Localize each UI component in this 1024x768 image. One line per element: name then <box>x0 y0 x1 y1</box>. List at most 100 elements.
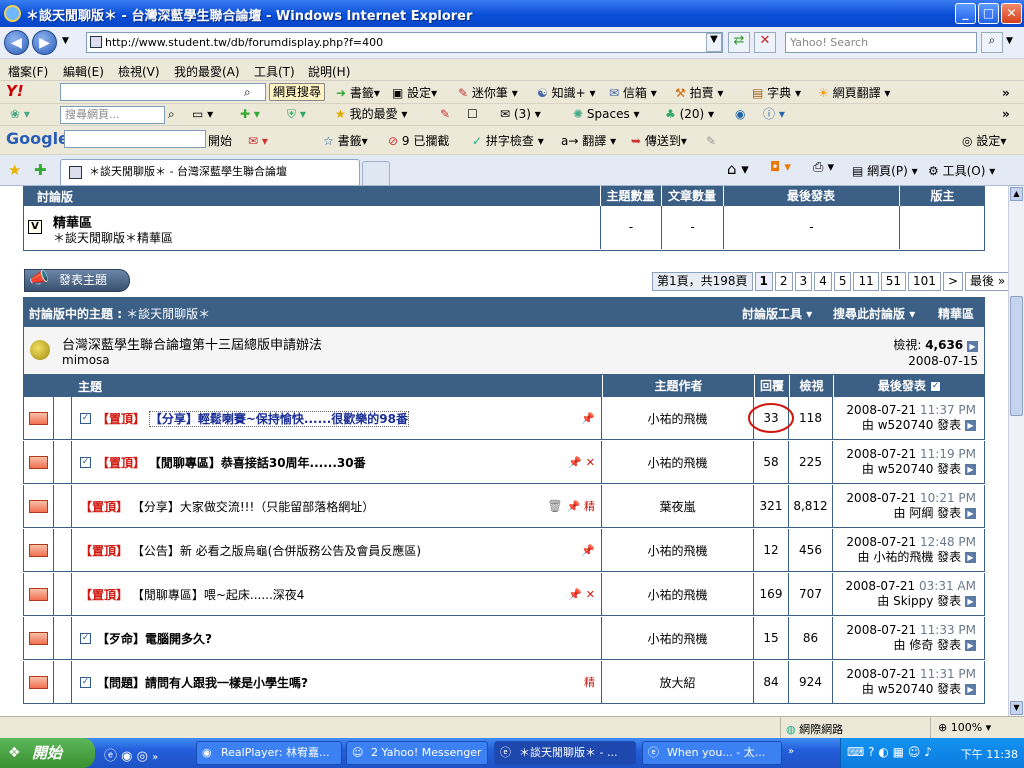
highlighter-icon[interactable]: ✎ <box>706 132 716 150</box>
toolbar-overflow-icon[interactable]: » <box>1002 84 1010 102</box>
thread-author[interactable]: 小祐的飛機 <box>602 573 754 615</box>
spaces-button[interactable]: ✺ Spaces ▾ <box>573 105 640 123</box>
page-menu-button[interactable]: ▤ 網頁(P) ▾ <box>852 162 918 179</box>
last-poster[interactable]: 由 阿綱 發表 <box>894 506 962 520</box>
yahoo-settings-button[interactable]: ▣ 設定▾ <box>392 84 437 102</box>
web-search-icon[interactable]: ⌕ <box>168 105 175 123</box>
vertical-scrollbar[interactable]: ▲ ▼ <box>1008 186 1024 716</box>
last-poster[interactable]: 由 修奇 發表 <box>894 638 962 652</box>
scroll-up-icon[interactable]: ▲ <box>1010 187 1023 201</box>
search-go-icon[interactable]: ⌕ <box>981 32 1003 53</box>
thread-author[interactable]: 小祐的飛機 <box>602 397 754 439</box>
page-11[interactable]: 11 <box>853 272 879 291</box>
search-input[interactable]: Yahoo! Search <box>785 32 977 53</box>
stop-icon[interactable]: ✕ <box>754 32 776 53</box>
forum-tools-button[interactable]: 討論版工具 ▾ <box>742 305 812 322</box>
quicklaunch-more-icon[interactable]: » <box>152 752 158 763</box>
menu-tools[interactable]: 工具(T) <box>254 63 295 80</box>
task-realplayer[interactable]: ◉ RealPlayer: 林宥嘉... <box>196 741 342 765</box>
gmail-icon[interactable]: ✉ ▾ <box>248 132 268 150</box>
goto-last-icon[interactable]: ▶ <box>967 341 978 352</box>
task-yahoo-messenger[interactable]: ☺ 2 Yahoo! Messenger <box>346 741 488 765</box>
announcement-author[interactable]: mimosa <box>62 353 110 367</box>
thread-title-link[interactable]: 【問題】請問有人跟我一樣是小學生嗎? <box>97 674 308 691</box>
thread-replies[interactable]: 169 <box>754 573 789 615</box>
add-icon[interactable]: ✚ ▾ <box>240 105 260 123</box>
thread-title-link[interactable]: 【歹命】電腦開多久? <box>97 630 212 647</box>
menu-favorites[interactable]: 我的最愛(A) <box>174 63 240 80</box>
menu-edit[interactable]: 編輯(E) <box>63 63 104 80</box>
essence-link[interactable]: 精華區 <box>938 305 974 322</box>
thread-author[interactable]: 小祐的飛機 <box>602 617 754 659</box>
history-dropdown-icon[interactable]: ▼ <box>62 36 69 46</box>
menu-help[interactable]: 說明(H) <box>308 63 350 80</box>
yahoo-search-input[interactable] <box>60 83 266 101</box>
yahoo-minipen-button[interactable]: ✎ 迷你筆 ▾ <box>458 84 518 102</box>
rss-feed-icon[interactable]: ◘ ▾ <box>770 160 791 175</box>
yahoo-translate-button[interactable]: ☀ 網頁翻譯 ▾ <box>818 84 890 102</box>
close-button[interactable]: ✕ <box>1001 3 1022 24</box>
menu-file[interactable]: 檔案(F) <box>8 63 48 80</box>
col-last-post-header[interactable]: 最後發表 ✓ <box>833 375 985 397</box>
shield-icon[interactable]: ⛨ ▾ <box>287 105 306 123</box>
thread-title-link[interactable]: 【置頂】 【閒聊專區】喂~起床......深夜4 <box>80 586 304 603</box>
thread-replies[interactable]: 84 <box>754 661 789 703</box>
tab-current[interactable]: ＊談天閒聊版＊ - 台灣深藍學生聯合論壇 <box>60 159 360 185</box>
thread-title-link[interactable]: 【置頂】 【閒聊專區】恭喜接話30周年......30番 <box>97 454 366 471</box>
favorites-button[interactable]: ★ 我的最愛 ▾ <box>335 105 407 123</box>
page-next[interactable]: > <box>942 272 963 291</box>
task-ie-other[interactable]: ⓔ When you... - 太... <box>642 741 782 765</box>
yahoo-logo-icon[interactable]: Y! <box>6 82 24 100</box>
maximize-button[interactable]: □ <box>978 3 999 24</box>
page-3[interactable]: 3 <box>794 272 813 291</box>
edit-box-icon[interactable]: ☐ <box>467 105 478 123</box>
pencil-icon[interactable]: ✎ <box>440 105 450 123</box>
messenger-tray-icon[interactable]: ☺ <box>908 745 921 759</box>
thread-author[interactable]: 小祐的飛機 <box>602 441 754 483</box>
language-icon[interactable]: ◐ <box>878 745 888 759</box>
last-poster[interactable]: 由 Skippy 發表 <box>877 594 961 608</box>
thread-checkbox[interactable]: ✓ <box>80 412 91 424</box>
page-101[interactable]: 101 <box>908 272 941 291</box>
task-ie-forum[interactable]: ⓔ ＊談天閒聊版＊ - ... <box>494 741 636 765</box>
page-1[interactable]: 1 <box>754 272 773 291</box>
thread-author[interactable]: 放大紹 <box>602 661 754 703</box>
page-4[interactable]: 4 <box>814 272 832 291</box>
forum-search-button[interactable]: 搜尋此討論版 ▾ <box>833 305 915 322</box>
thread-author[interactable]: 小祐的飛機 <box>602 529 754 571</box>
goto-last-post-icon[interactable]: ▶ <box>965 552 976 563</box>
volume-icon[interactable]: ♪ <box>924 745 932 759</box>
keyboard-icon[interactable]: ⌨ <box>847 745 864 759</box>
thread-title-link[interactable]: 【置頂】 【分享】大家做交流!!!（只能留部落格網址） <box>80 498 374 515</box>
help-circle-icon[interactable]: ◉ <box>735 105 745 123</box>
announcement-title[interactable]: 台灣深藍學生聯合論壇第十三屆總版申請辦法 <box>62 334 322 353</box>
media-quicklaunch-icon[interactable]: ◉ <box>121 749 132 764</box>
google-settings-button[interactable]: ◎ 設定▾ <box>962 132 1006 150</box>
last-poster[interactable]: 由 w520740 發表 <box>862 418 961 432</box>
network-icon[interactable]: ▦ <box>893 745 904 759</box>
yahoo-dictionary-button[interactable]: ▤ 字典 ▾ <box>752 84 801 102</box>
print-icon[interactable]: ⎙ ▾ <box>813 160 834 175</box>
col-views[interactable]: 檢視 <box>789 375 833 397</box>
scroll-down-icon[interactable]: ▼ <box>1010 701 1023 715</box>
web-search-input[interactable]: 搜尋網頁... <box>60 106 165 124</box>
add-favorite-icon[interactable]: ✚ <box>34 161 47 179</box>
send-to-button[interactable]: ➥ 傳送到▾ <box>631 132 687 150</box>
msn-butterfly-icon[interactable]: ❀ ▾ <box>10 105 30 123</box>
thread-replies[interactable]: 12 <box>754 529 789 571</box>
col-author[interactable]: 主題作者 <box>602 375 754 397</box>
last-poster[interactable]: 由 小祐的飛機 發表 <box>858 550 962 564</box>
thread-checkbox[interactable]: ✓ <box>80 456 91 468</box>
google-search-input[interactable] <box>64 130 206 148</box>
help-tray-icon[interactable]: ? <box>868 745 874 759</box>
google-bookmarks-button[interactable]: ☆ 書籤▾ <box>323 132 368 150</box>
thread-checkbox[interactable]: ✓ <box>80 676 91 688</box>
back-button[interactable]: ◀ <box>4 30 29 55</box>
zoom-control[interactable]: ⊕ 100% ▾ <box>938 721 991 734</box>
minimize-button[interactable]: _ <box>955 3 976 24</box>
yahoo-knowledge-button[interactable]: ☯ 知識+ ▾ <box>537 84 596 102</box>
thread-checkbox[interactable]: ✓ <box>80 632 91 644</box>
popup-blocked-button[interactable]: ⊘ 9 已攔截 <box>388 132 449 150</box>
highlight-icon[interactable]: ▭ ▾ <box>192 105 213 123</box>
start-button[interactable]: ❖ 開始 <box>0 738 95 768</box>
